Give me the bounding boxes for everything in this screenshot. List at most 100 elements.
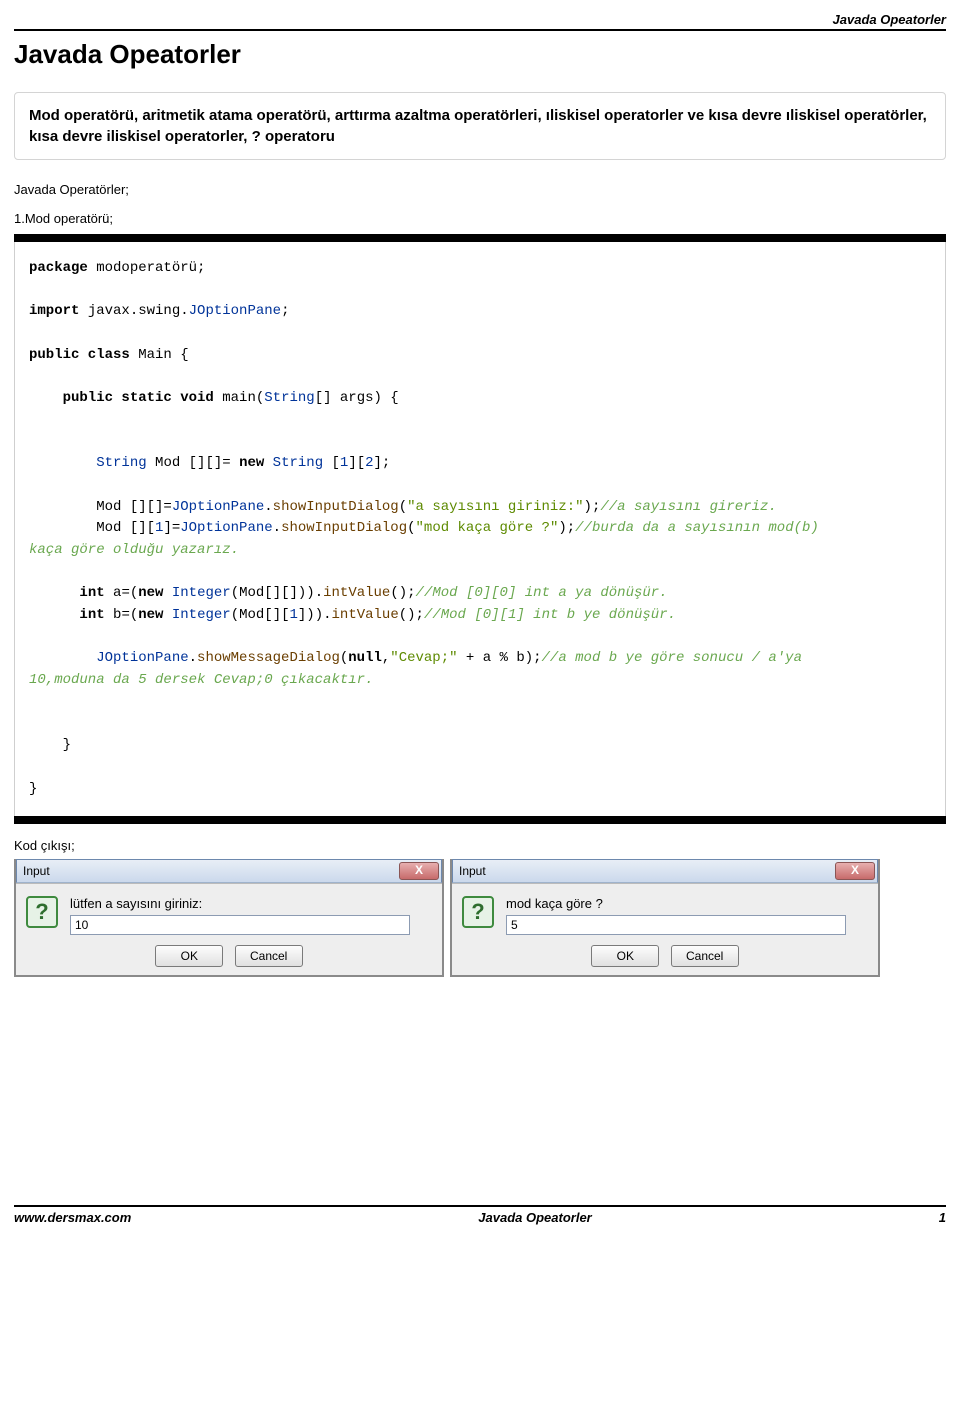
ok-button[interactable]: OK [155, 945, 223, 967]
code-text: modoperatörü; [88, 260, 206, 276]
footer-center: Javada Opeatorler [478, 1210, 591, 1225]
close-icon[interactable]: X [399, 862, 439, 880]
dialog-body: ? mod kaça göre ? OK Cancel [452, 883, 878, 975]
code-text: ( [407, 520, 415, 536]
kw-public-static-void: public static void [29, 390, 214, 406]
kw-public-class: public class [29, 347, 130, 363]
paragraph-1: Javada Operatörler; [14, 182, 946, 197]
intro-summary: Mod operatörü, aritmetik atama operatörü… [14, 92, 946, 160]
dialog-body: ? lütfen a sayısını giriniz: OK Cancel [16, 883, 442, 975]
code-text: [] args) { [315, 390, 399, 406]
close-icon[interactable]: X [835, 862, 875, 880]
comment: //burda da a sayısının mod(b) [575, 520, 819, 536]
question-icon: ? [26, 896, 58, 928]
output-label: Kod çıkışı; [14, 838, 946, 853]
method-name: showMessageDialog [197, 650, 340, 666]
input-dialog-1: Input X ? lütfen a sayısını giriniz: OK … [14, 859, 444, 977]
comment: //a mod b ye göre sonucu / a'ya [542, 650, 802, 666]
code-text: (Mod[][])). [231, 585, 323, 601]
footer-left: www.dersmax.com [14, 1210, 131, 1225]
code-text: main( [214, 390, 264, 406]
code-text: (); [390, 585, 415, 601]
comment: //a sayısını gireriz. [600, 499, 776, 515]
code-text: . [273, 520, 281, 536]
class-name: JOptionPane [180, 520, 272, 536]
comment: 10,moduna da 5 dersek Cevap;0 çıkacaktır… [29, 672, 373, 688]
page-title: Javada Opeatorler [14, 39, 946, 70]
dialog-input[interactable] [70, 915, 410, 935]
code-text [29, 650, 96, 666]
code-text: . [264, 499, 272, 515]
code-text: b=( [105, 607, 139, 623]
kw-int: int [29, 585, 105, 601]
code-text: [ [323, 455, 340, 471]
code-block: package modoperatörü; import javax.swing… [14, 242, 946, 816]
cancel-button[interactable]: Cancel [235, 945, 303, 967]
class-name: JOptionPane [96, 650, 188, 666]
page-footer: www.dersmax.com Javada Opeatorler 1 [14, 1205, 946, 1235]
paragraph-2: 1.Mod operatörü; [14, 211, 946, 226]
dialog-titlebar[interactable]: Input X [452, 859, 878, 883]
code-text: Mod [][]= [147, 455, 239, 471]
kw-package: package [29, 260, 88, 276]
question-icon: ? [462, 896, 494, 928]
input-dialog-2: Input X ? mod kaça göre ? OK Cancel [450, 859, 880, 977]
string-lit: "mod kaça göre ?" [416, 520, 559, 536]
kw-new: new [138, 585, 163, 601]
code-text: ( [399, 499, 407, 515]
ok-button[interactable]: OK [591, 945, 659, 967]
code-text: ][ [348, 455, 365, 471]
string-lit: "Cevap;" [390, 650, 457, 666]
dialogs-row: Input X ? lütfen a sayısını giriniz: OK … [14, 859, 946, 977]
code-text: (Mod[][ [231, 607, 290, 623]
footer-page-number: 1 [939, 1210, 946, 1225]
header-category: Javada Opeatorler [14, 12, 946, 29]
kw-null: null [348, 650, 382, 666]
code-text: Mod [][]= [29, 499, 172, 515]
lit: 1 [290, 607, 298, 623]
class-name: Integer [163, 607, 230, 623]
code-text: ); [558, 520, 575, 536]
kw-new: new [239, 455, 264, 471]
dialog-titlebar[interactable]: Input X [16, 859, 442, 883]
method-name: intValue [323, 585, 390, 601]
kw-int: int [29, 607, 105, 623]
code-text: javax.swing. [79, 303, 188, 319]
code-text: Main { [130, 347, 189, 363]
code-text: ]; [374, 455, 391, 471]
divider [14, 29, 946, 31]
class-name: Integer [163, 585, 230, 601]
dialog-message: mod kaça göre ? [506, 896, 846, 911]
method-name: showInputDialog [273, 499, 399, 515]
code-text: ); [584, 499, 601, 515]
dialog-input[interactable] [506, 915, 846, 935]
code-text: (); [399, 607, 424, 623]
comment: //Mod [0][0] int a ya dönüşür. [416, 585, 668, 601]
dialog-title: Input [23, 864, 50, 878]
dialog-message: lütfen a sayısını giriniz: [70, 896, 410, 911]
dialog-title: Input [459, 864, 486, 878]
code-text: . [189, 650, 197, 666]
method-name: showInputDialog [281, 520, 407, 536]
code-text: } [29, 781, 37, 797]
cancel-button[interactable]: Cancel [671, 945, 739, 967]
class-name: String [264, 390, 314, 406]
code-text: ; [281, 303, 289, 319]
code-text: ])). [298, 607, 332, 623]
lit: 2 [365, 455, 373, 471]
code-text: + a % b); [458, 650, 542, 666]
class-name: String [96, 455, 146, 471]
kw-new: new [138, 607, 163, 623]
code-text: ]= [163, 520, 180, 536]
class-name: JOptionPane [172, 499, 264, 515]
string-lit: "a sayısını giriniz:" [407, 499, 583, 515]
class-name: String [264, 455, 323, 471]
comment: kaça göre olduğu yazarız. [29, 542, 239, 558]
method-name: intValue [332, 607, 399, 623]
code-top-bar [14, 234, 946, 242]
code-bottom-bar [14, 816, 946, 824]
code-text: Mod [][ [29, 520, 155, 536]
code-text: } [29, 737, 71, 753]
kw-import: import [29, 303, 79, 319]
class-name: JOptionPane [189, 303, 281, 319]
